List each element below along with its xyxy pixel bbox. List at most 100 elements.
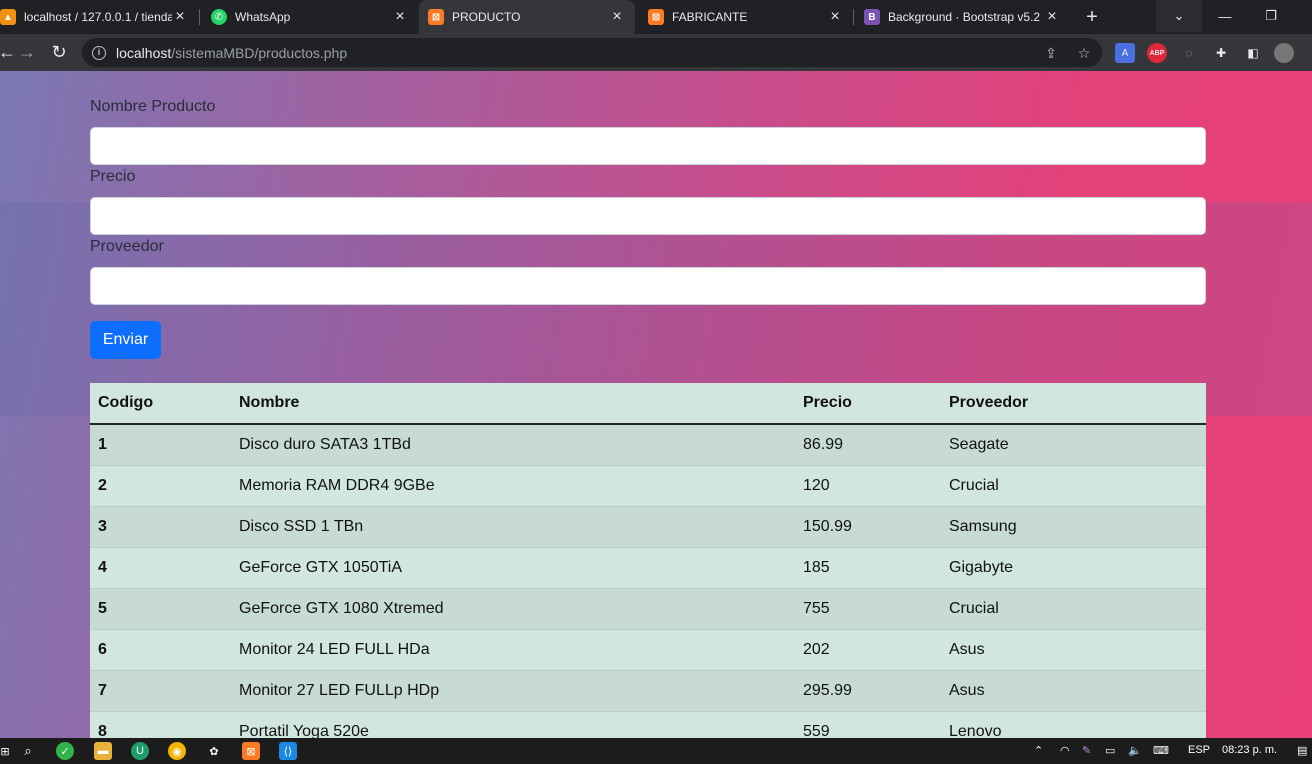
xampp-icon[interactable]: ⊠ — [242, 742, 260, 760]
column-header-codigo: Codigo — [90, 383, 231, 425]
cell-precio: 202 — [795, 628, 941, 670]
cell-proveedor: Asus — [941, 628, 1206, 670]
cell-precio: 559 — [795, 710, 941, 738]
reload-button[interactable]: ↻ — [46, 39, 72, 65]
close-icon[interactable]: × — [1044, 9, 1060, 25]
column-header-precio: Precio — [795, 383, 941, 425]
profile-avatar[interactable] — [1274, 43, 1294, 63]
keyboard-icon[interactable]: ⌨ — [1153, 744, 1169, 757]
extensions-puzzle-icon[interactable]: ✚ — [1211, 43, 1231, 63]
wifi-icon[interactable]: ◠ — [1060, 744, 1070, 757]
bookmark-star-icon[interactable]: ☆ — [1075, 44, 1093, 62]
cell-codigo: 5 — [90, 587, 231, 629]
tab-fabricante[interactable]: ⊠ FABRICANTE × — [639, 0, 851, 34]
table-row: 7 Monitor 27 LED FULLp HDp 295.99 Asus — [90, 669, 1206, 711]
enviar-button[interactable]: Enviar — [90, 321, 161, 359]
cell-precio: 150.99 — [795, 505, 941, 547]
close-icon[interactable]: × — [827, 9, 843, 25]
file-explorer-icon[interactable]: ▬ — [94, 742, 112, 760]
cell-nombre: Monitor 24 LED FULL HDa — [231, 628, 795, 670]
table-row: 3 Disco SSD 1 TBn 150.99 Samsung — [90, 505, 1206, 547]
share-icon[interactable]: ⇪ — [1042, 44, 1060, 62]
restore-button[interactable]: ❐ — [1248, 0, 1294, 32]
search-icon[interactable]: ⌕ — [19, 742, 37, 760]
precio-label: Precio — [90, 168, 136, 185]
tab-title: PRODUCTO — [452, 10, 521, 24]
new-tab-button[interactable]: + — [1080, 5, 1104, 29]
side-panel-icon[interactable]: ◧ — [1243, 43, 1263, 63]
cell-proveedor: Crucial — [941, 587, 1206, 629]
start-button[interactable]: ⊞ — [0, 742, 14, 760]
mouse-extension-icon[interactable]: ◌ — [1179, 43, 1199, 63]
precio-input[interactable] — [90, 197, 1206, 235]
cell-proveedor: Lenovo — [941, 710, 1206, 738]
table-row: 8 Portatil Yoga 520e 559 Lenovo — [90, 710, 1206, 738]
column-header-proveedor: Proveedor — [941, 383, 1206, 425]
tab-separator — [199, 9, 200, 25]
chevron-up-icon[interactable]: ⌃ — [1034, 744, 1043, 757]
bootstrap-icon: B — [864, 9, 880, 25]
cell-precio: 86.99 — [795, 423, 941, 465]
upwork-icon[interactable]: U — [131, 742, 149, 760]
proveedor-input[interactable] — [90, 267, 1206, 305]
page-viewport: Nombre Producto Precio Proveedor Enviar … — [0, 71, 1312, 738]
cell-proveedor: Asus — [941, 669, 1206, 711]
notifications-icon[interactable]: ▤ — [1297, 744, 1307, 757]
volume-icon[interactable]: 🔈 — [1128, 744, 1142, 757]
cell-nombre: GeForce GTX 1050TiA — [231, 546, 795, 588]
table-row: 5 GeForce GTX 1080 Xtremed 755 Crucial — [90, 587, 1206, 629]
tab-producto[interactable]: ⊠ PRODUCTO × — [419, 0, 635, 34]
app-tray-icon[interactable]: ✿ — [205, 742, 223, 760]
adblock-plus-icon[interactable]: ABP — [1147, 43, 1167, 63]
chrome-icon[interactable]: ◉ — [168, 742, 186, 760]
cell-nombre: Portatil Yoga 520e — [231, 710, 795, 738]
language-indicator[interactable]: ESP — [1188, 744, 1210, 756]
site-info-icon[interactable]: i — [92, 45, 106, 60]
tab-phpmyadmin[interactable]: ▲ localhost / 127.0.0.1 / tienda × — [0, 0, 196, 34]
nombre-producto-input[interactable] — [90, 127, 1206, 165]
cell-codigo: 6 — [90, 628, 231, 670]
tab-search-button[interactable]: ⌄ — [1156, 0, 1202, 32]
tab-bootstrap[interactable]: B Background · Bootstrap v5.2 × — [856, 0, 1068, 34]
table-header-row: Codigo Nombre Precio Proveedor — [90, 383, 1206, 425]
close-icon[interactable]: × — [609, 9, 625, 25]
table-row: 1 Disco duro SATA3 1TBd 86.99 Seagate — [90, 423, 1206, 465]
cell-precio: 120 — [795, 464, 941, 506]
app-icon[interactable]: ✓ — [56, 742, 74, 760]
minimize-button[interactable]: — — [1202, 0, 1248, 32]
products-table: Codigo Nombre Precio Proveedor 1 Disco d… — [90, 383, 1206, 738]
address-bar[interactable]: i localhost/sistemaMBD/productos.php ⇪ ☆ — [82, 38, 1102, 67]
clock[interactable]: 08:23 p. m. — [1222, 744, 1277, 756]
proveedor-label: Proveedor — [90, 238, 164, 255]
cell-codigo: 2 — [90, 464, 231, 506]
url-path: /sistemaMBD/productos.php — [171, 44, 348, 61]
url-host: localhost — [116, 44, 172, 61]
close-icon[interactable]: × — [172, 9, 188, 25]
cell-proveedor: Crucial — [941, 464, 1206, 506]
phpmyadmin-icon: ▲ — [0, 9, 16, 25]
cell-codigo: 4 — [90, 546, 231, 588]
cell-codigo: 8 — [90, 710, 231, 738]
cell-precio: 755 — [795, 587, 941, 629]
table-row: 6 Monitor 24 LED FULL HDa 202 Asus — [90, 628, 1206, 670]
cell-proveedor: Seagate — [941, 423, 1206, 465]
browser-toolbar: ← → ↻ i localhost/sistemaMBD/productos.p… — [0, 34, 1312, 71]
xampp-icon: ⊠ — [648, 9, 664, 25]
pen-icon[interactable]: ✎ — [1082, 744, 1091, 757]
forward-button[interactable]: → — [14, 39, 40, 65]
table-row: 4 GeForce GTX 1050TiA 185 Gigabyte — [90, 546, 1206, 588]
tab-title: localhost / 127.0.0.1 / tienda — [24, 10, 172, 24]
close-icon[interactable]: × — [392, 9, 408, 25]
cell-codigo: 1 — [90, 423, 231, 465]
column-header-nombre: Nombre — [231, 383, 795, 425]
cell-codigo: 7 — [90, 669, 231, 711]
translate-extension-icon[interactable]: A — [1115, 43, 1135, 63]
url-text[interactable]: localhost/sistemaMBD/productos.php — [116, 45, 347, 61]
vscode-icon[interactable]: ⟨⟩ — [279, 742, 297, 760]
battery-icon[interactable]: ▭ — [1105, 744, 1115, 757]
tab-whatsapp[interactable]: ✆ WhatsApp × — [204, 0, 416, 34]
tab-strip: ▲ localhost / 127.0.0.1 / tienda × ✆ Wha… — [0, 0, 1312, 34]
tab-title: WhatsApp — [235, 10, 291, 24]
xampp-icon: ⊠ — [428, 9, 444, 25]
cell-proveedor: Gigabyte — [941, 546, 1206, 588]
